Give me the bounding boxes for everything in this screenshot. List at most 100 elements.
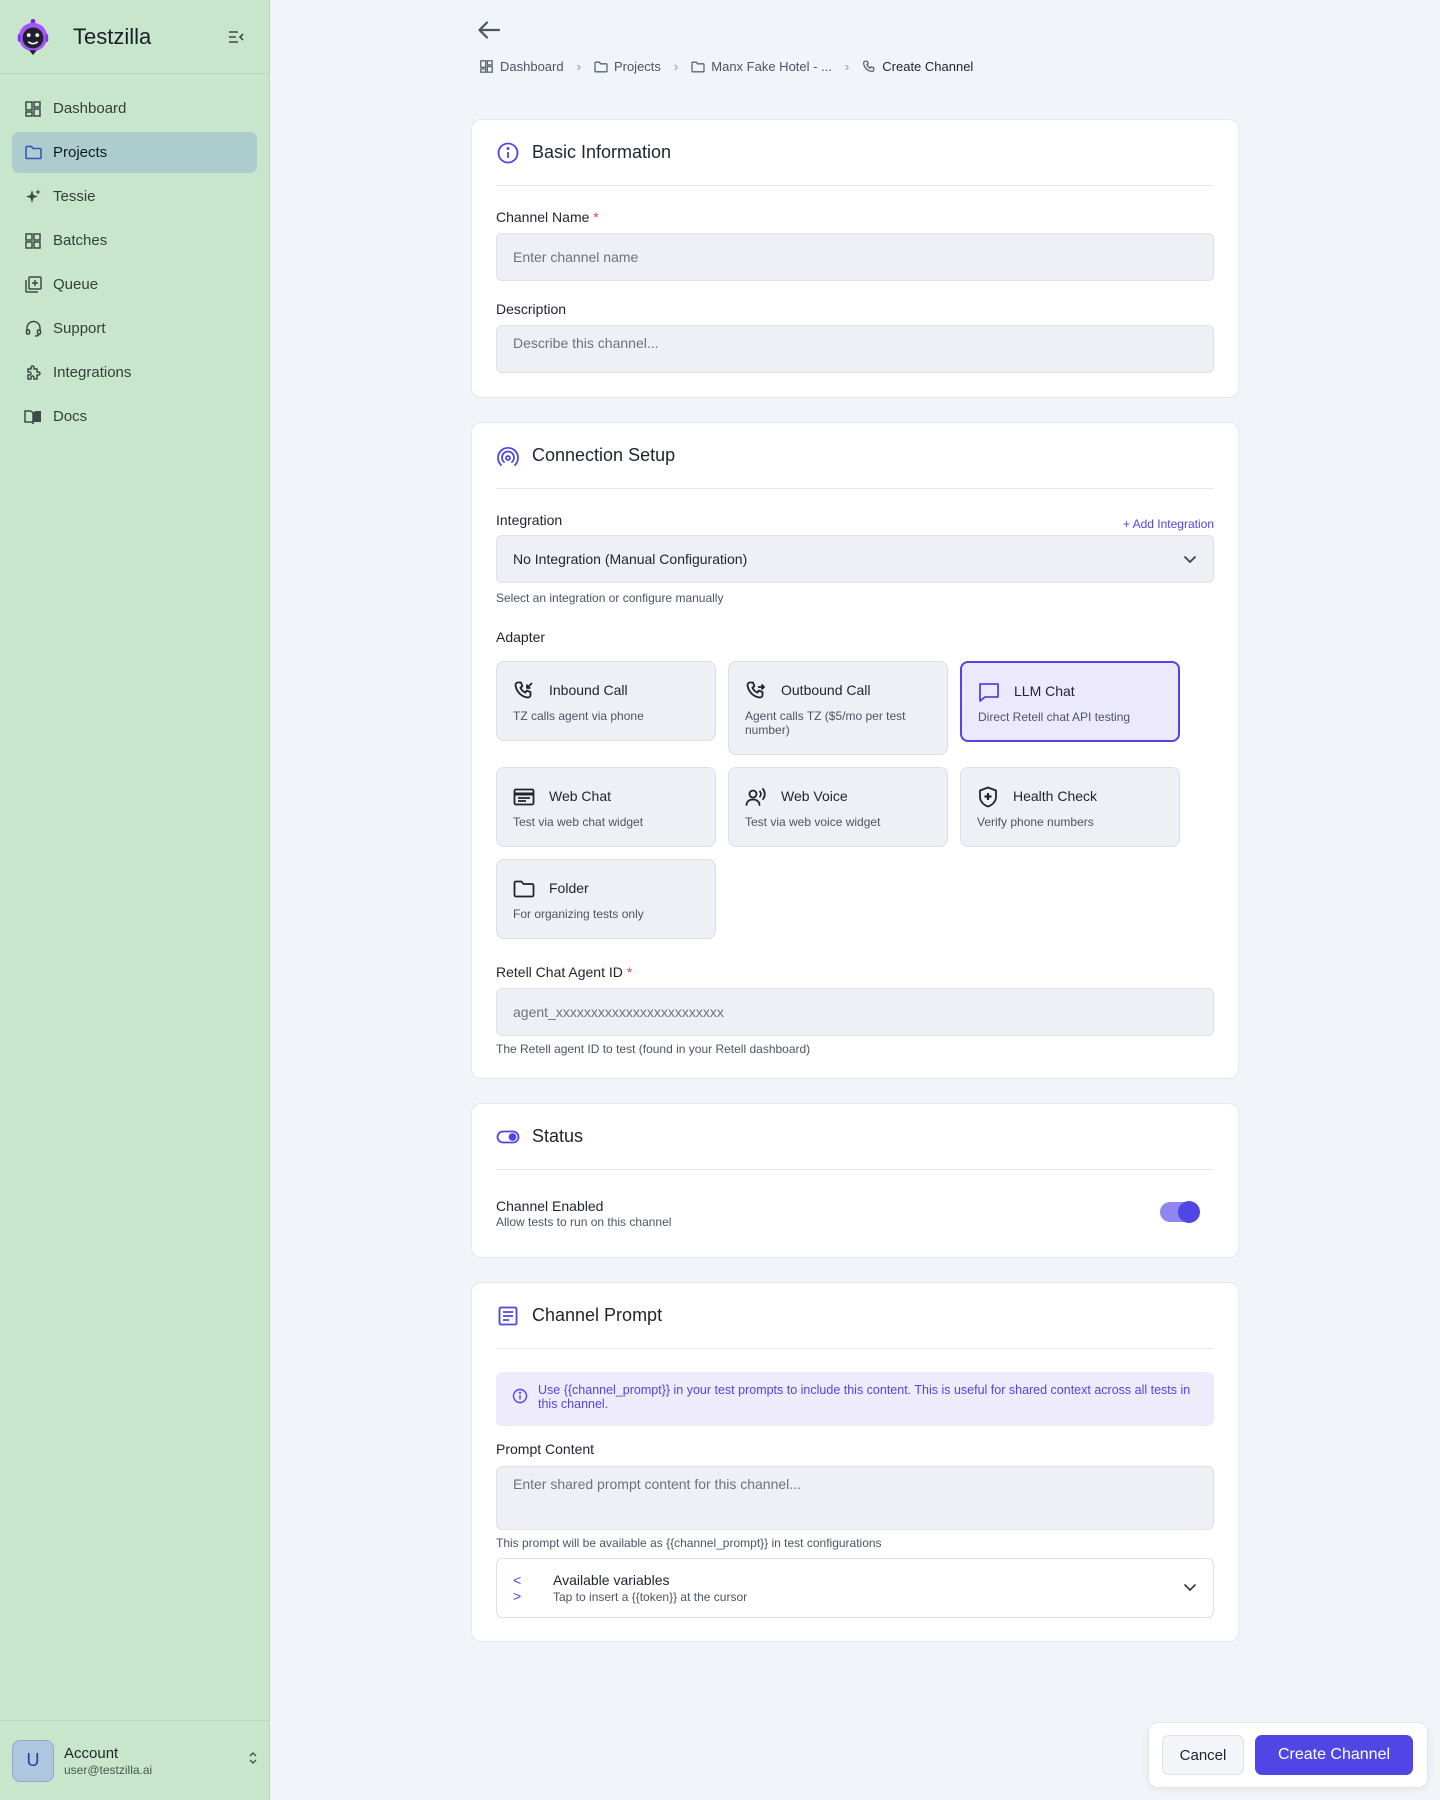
- adapter-title: Folder: [549, 880, 589, 896]
- cancel-button[interactable]: Cancel: [1162, 1735, 1244, 1775]
- connection-setup-card: Connection Setup Integration + Add Integ…: [471, 422, 1239, 1079]
- testzilla-logo: [17, 18, 49, 55]
- dashboard-icon: [480, 60, 494, 74]
- adapter-folder[interactable]: Folder For organizing tests only: [496, 859, 716, 939]
- folder-icon: [513, 878, 535, 900]
- sidebar-item-projects[interactable]: Projects: [12, 132, 257, 173]
- collapse-sidebar-icon[interactable]: [225, 26, 247, 48]
- support-icon: [23, 319, 43, 339]
- status-card: Status Channel Enabled Allow tests to ru…: [471, 1103, 1239, 1258]
- queue-icon: [23, 275, 43, 295]
- breadcrumb-separator: ›: [576, 59, 581, 74]
- avatar: U: [12, 1739, 54, 1782]
- sidebar-item-label: Projects: [53, 144, 108, 161]
- sidebar-item-batches[interactable]: Batches: [12, 220, 257, 261]
- sidebar-nav: Dashboard Projects Tessie Batches Queue …: [0, 74, 269, 437]
- prompt-content-label: Prompt Content: [496, 1441, 595, 1457]
- card-header: Basic Information: [496, 120, 1214, 186]
- sidebar-item-label: Integrations: [53, 364, 132, 381]
- breadcrumb-dashboard[interactable]: Dashboard: [480, 59, 564, 74]
- description-label: Description: [496, 301, 567, 317]
- agent-id-label-text: Retell Chat Agent ID: [496, 964, 623, 980]
- adapter-outbound-call[interactable]: Outbound Call Agent calls TZ ($5/mo per …: [728, 661, 948, 755]
- integration-select[interactable]: No Integration (Manual Configuration): [496, 535, 1214, 583]
- section-title: Basic Information: [532, 142, 672, 162]
- adapter-inbound-call[interactable]: Inbound Call TZ calls agent via phone: [496, 661, 716, 741]
- info-icon: [512, 1388, 528, 1404]
- channel-prompt-card: Channel Prompt Use {{channel_prompt}} in…: [471, 1282, 1239, 1642]
- adapter-web-chat[interactable]: Web Chat Test via web chat widget: [496, 767, 716, 847]
- section-title: Status: [532, 1126, 584, 1146]
- adapter-description: Verify phone numbers: [977, 815, 1094, 829]
- adapter-label: Adapter: [496, 629, 546, 645]
- shield-plus-icon: [977, 786, 999, 808]
- adapter-description: Test via web voice widget: [745, 815, 881, 829]
- card-header: Channel Prompt: [496, 1283, 1214, 1349]
- description-textarea[interactable]: Describe this channel...: [496, 325, 1214, 373]
- prompt-content-hint: This prompt will be available as {{chann…: [496, 1536, 882, 1550]
- breadcrumb-label: Dashboard: [500, 59, 564, 74]
- integration-hint: Select an integration or configure manua…: [496, 591, 724, 605]
- adapter-description: For organizing tests only: [513, 907, 644, 921]
- breadcrumb-label: Create Channel: [882, 59, 974, 74]
- required-mark: *: [593, 209, 599, 225]
- sidebar-item-label: Dashboard: [53, 100, 127, 117]
- form-action-bar: Cancel Create Channel: [1148, 1722, 1428, 1788]
- adapter-title: Health Check: [1013, 788, 1098, 804]
- create-channel-button[interactable]: Create Channel: [1255, 1735, 1413, 1775]
- back-arrow-icon[interactable]: [475, 16, 503, 44]
- section-title: Channel Prompt: [532, 1305, 663, 1325]
- channel-enabled-label: Channel Enabled: [496, 1198, 604, 1214]
- channel-name-label: Channel Name *: [496, 209, 599, 225]
- info-text: Use {{channel_prompt}} in your test prom…: [538, 1383, 1191, 1412]
- sidebar-item-docs[interactable]: Docs: [12, 396, 257, 437]
- agent-id-input[interactable]: agent_xxxxxxxxxxxxxxxxxxxxxxxx: [496, 988, 1214, 1036]
- signal-icon: [496, 444, 520, 468]
- chevron-updown-icon: [248, 1750, 258, 1771]
- channel-prompt-info: Use {{channel_prompt}} in your test prom…: [496, 1372, 1214, 1426]
- available-variables-title: Available variables: [553, 1572, 670, 1588]
- account-menu[interactable]: U Account user@testzilla.ai: [0, 1720, 270, 1800]
- phone-incoming-icon: [513, 680, 535, 702]
- folder-icon: [23, 143, 43, 163]
- sidebar-item-integrations[interactable]: Integrations: [12, 352, 257, 393]
- info-icon: [496, 141, 520, 165]
- document-icon: [496, 1304, 520, 1328]
- integration-label: Integration: [496, 512, 563, 528]
- folder-icon: [691, 60, 705, 74]
- channel-name-input[interactable]: Enter channel name: [496, 233, 1214, 281]
- sidebar-item-dashboard[interactable]: Dashboard: [12, 88, 257, 129]
- voice-icon: [745, 786, 767, 808]
- sidebar-item-label: Tessie: [53, 188, 96, 205]
- browser-window-icon: [513, 786, 535, 808]
- adapter-description: Test via web chat widget: [513, 815, 644, 829]
- card-header: Connection Setup: [496, 423, 1214, 489]
- section-title: Connection Setup: [532, 445, 676, 465]
- channel-enabled-description: Allow tests to run on this channel: [496, 1215, 672, 1229]
- adapter-llm-chat[interactable]: LLM Chat Direct Retell chat API testing: [960, 661, 1180, 742]
- channel-enabled-toggle[interactable]: [1160, 1201, 1200, 1223]
- adapter-health-check[interactable]: Health Check Verify phone numbers: [960, 767, 1180, 847]
- adapter-web-voice[interactable]: Web Voice Test via web voice widget: [728, 767, 948, 847]
- add-integration-link[interactable]: + Add Integration: [1123, 517, 1214, 531]
- breadcrumb-current: Create Channel: [862, 59, 973, 74]
- sidebar-item-support[interactable]: Support: [12, 308, 257, 349]
- book-icon: [23, 407, 43, 427]
- breadcrumb-separator: ›: [673, 59, 679, 74]
- agent-id-label: Retell Chat Agent ID *: [496, 964, 632, 980]
- available-variables-toggle[interactable]: < > Available variables Tap to insert a …: [496, 1558, 1214, 1618]
- chevron-down-icon: [1183, 555, 1197, 564]
- sidebar: Testzilla Dashboard Projects Tessie Batc…: [0, 0, 270, 1800]
- breadcrumb-projects[interactable]: Projects: [594, 59, 661, 74]
- prompt-content-textarea[interactable]: Enter shared prompt content for this cha…: [496, 1466, 1214, 1530]
- sidebar-item-queue[interactable]: Queue: [12, 264, 257, 305]
- account-email: user@testzilla.ai: [64, 1762, 153, 1777]
- breadcrumb: Dashboard › Projects › Manx Fake Hotel -…: [480, 59, 973, 74]
- toggle-icon: [496, 1125, 520, 1149]
- sidebar-item-label: Docs: [53, 408, 88, 425]
- sidebar-item-tessie[interactable]: Tessie: [12, 176, 257, 217]
- adapter-title: Outbound Call: [781, 682, 871, 698]
- phone-outgoing-icon: [745, 680, 767, 702]
- breadcrumb-project[interactable]: Manx Fake Hotel - ...: [691, 59, 832, 74]
- dashboard-icon: [23, 99, 43, 119]
